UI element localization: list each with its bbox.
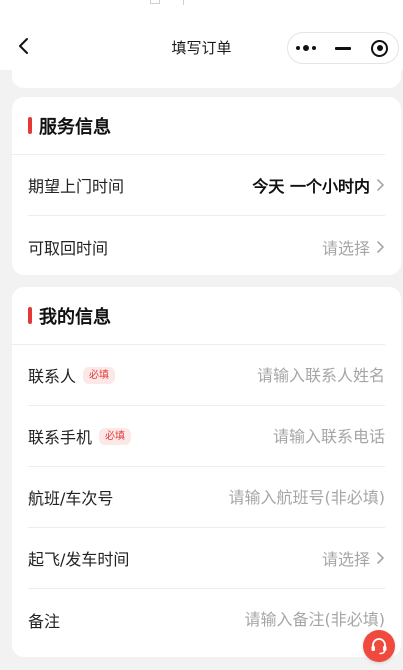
- flight-train-number-input[interactable]: [155, 487, 385, 507]
- contact-name-input[interactable]: [155, 365, 385, 385]
- top-strip: [0, 0, 403, 8]
- more-dots-icon: [296, 45, 317, 51]
- section-title: 我的信息: [39, 306, 111, 328]
- contact-phone-row: 联系手机 必填: [28, 406, 385, 467]
- expected-visit-time-row[interactable]: 期望上门时间 今天 一个小时内: [28, 155, 385, 216]
- top-divider-mark: [150, 0, 160, 4]
- chevron-right-icon: [377, 240, 384, 253]
- required-badge: 必填: [99, 427, 132, 445]
- remark-row: 备注: [28, 589, 385, 650]
- flight-train-number-row: 航班/车次号: [28, 467, 385, 528]
- service-info-card: 服务信息 期望上门时间 今天 一个小时内 可取回时间 请选择: [12, 97, 401, 275]
- row-label: 联系人: [28, 367, 77, 386]
- section-header: 我的信息: [12, 287, 385, 345]
- section-title: 服务信息: [39, 116, 111, 138]
- chevron-right-icon: [377, 552, 384, 564]
- my-info-card: 我的信息 联系人 必填 联系手机 必填 航班/车次号 起飞/发车时间 请选择 备…: [12, 287, 401, 657]
- departure-time-placeholder: 请选择: [321, 550, 370, 569]
- customer-service-button[interactable]: [363, 630, 395, 662]
- row-label: 航班/车次号: [28, 489, 114, 508]
- mini-program-capsule: [287, 32, 399, 64]
- expected-visit-time-value: 今天 一个小时内: [252, 177, 370, 196]
- top-divider-tick: [183, 0, 184, 5]
- section-accent-bar: [28, 117, 32, 134]
- chevron-right-icon: [377, 179, 384, 191]
- row-label: 起飞/发车时间: [28, 550, 130, 569]
- close-button[interactable]: [361, 33, 398, 63]
- section-header: 服务信息: [12, 97, 385, 155]
- section-accent-bar: [28, 307, 32, 324]
- target-close-icon: [371, 39, 389, 57]
- row-label: 期望上门时间: [28, 177, 125, 196]
- remark-input[interactable]: [155, 610, 385, 629]
- contact-phone-input[interactable]: [155, 426, 385, 446]
- pickup-time-placeholder: 请选择: [321, 238, 370, 258]
- required-badge: 必填: [83, 366, 116, 384]
- pickup-time-row[interactable]: 可取回时间 请选择: [28, 216, 385, 277]
- departure-time-row[interactable]: 起飞/发车时间 请选择: [28, 528, 385, 589]
- row-label: 可取回时间: [28, 238, 109, 258]
- row-label: 备注: [28, 611, 61, 631]
- previous-card-edge: [12, 64, 401, 88]
- minimize-icon: [335, 46, 351, 50]
- minimize-button[interactable]: [325, 33, 362, 63]
- contact-name-row: 联系人 必填: [28, 345, 385, 406]
- headset-icon: [371, 638, 387, 655]
- more-button[interactable]: [288, 33, 325, 63]
- row-label: 联系手机: [28, 428, 93, 447]
- nav-bar: 填写订单: [0, 8, 403, 70]
